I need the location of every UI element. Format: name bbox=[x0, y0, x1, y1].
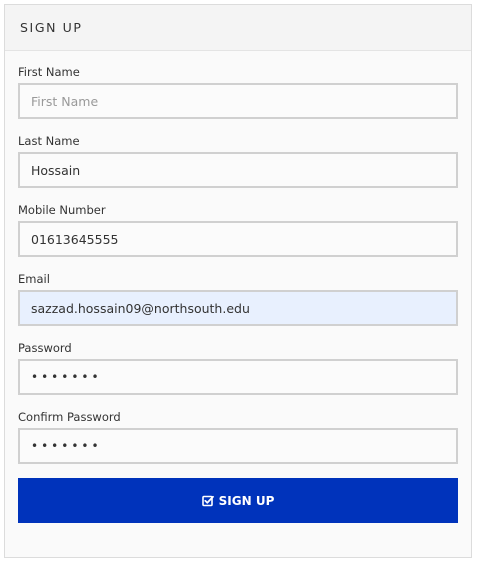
signup-button[interactable]: SIGN UP bbox=[18, 478, 458, 523]
panel-title: SIGN UP bbox=[20, 20, 83, 35]
password-group: Password bbox=[18, 341, 458, 395]
signup-panel: SIGN UP First Name Last Name Mobile Numb… bbox=[4, 4, 472, 558]
mobile-number-label: Mobile Number bbox=[18, 203, 106, 217]
email-input[interactable] bbox=[18, 290, 458, 326]
panel-header: SIGN UP bbox=[5, 5, 471, 51]
first-name-input[interactable] bbox=[18, 83, 458, 119]
last-name-input[interactable] bbox=[18, 152, 458, 188]
first-name-label: First Name bbox=[18, 65, 80, 79]
email-group: Email bbox=[18, 272, 458, 326]
first-name-group: First Name bbox=[18, 65, 458, 119]
confirm-password-label: Confirm Password bbox=[18, 410, 121, 424]
password-label: Password bbox=[18, 341, 72, 355]
password-input[interactable] bbox=[18, 359, 458, 395]
last-name-label: Last Name bbox=[18, 134, 80, 148]
last-name-group: Last Name bbox=[18, 134, 458, 188]
check-square-icon bbox=[201, 495, 214, 507]
mobile-number-group: Mobile Number bbox=[18, 203, 458, 257]
mobile-number-input[interactable] bbox=[18, 221, 458, 257]
confirm-password-input[interactable] bbox=[18, 428, 458, 464]
email-label: Email bbox=[18, 272, 50, 286]
signup-button-label: SIGN UP bbox=[218, 493, 275, 508]
panel-body: First Name Last Name Mobile Number Email… bbox=[5, 51, 471, 523]
confirm-password-group: Confirm Password bbox=[18, 410, 458, 464]
